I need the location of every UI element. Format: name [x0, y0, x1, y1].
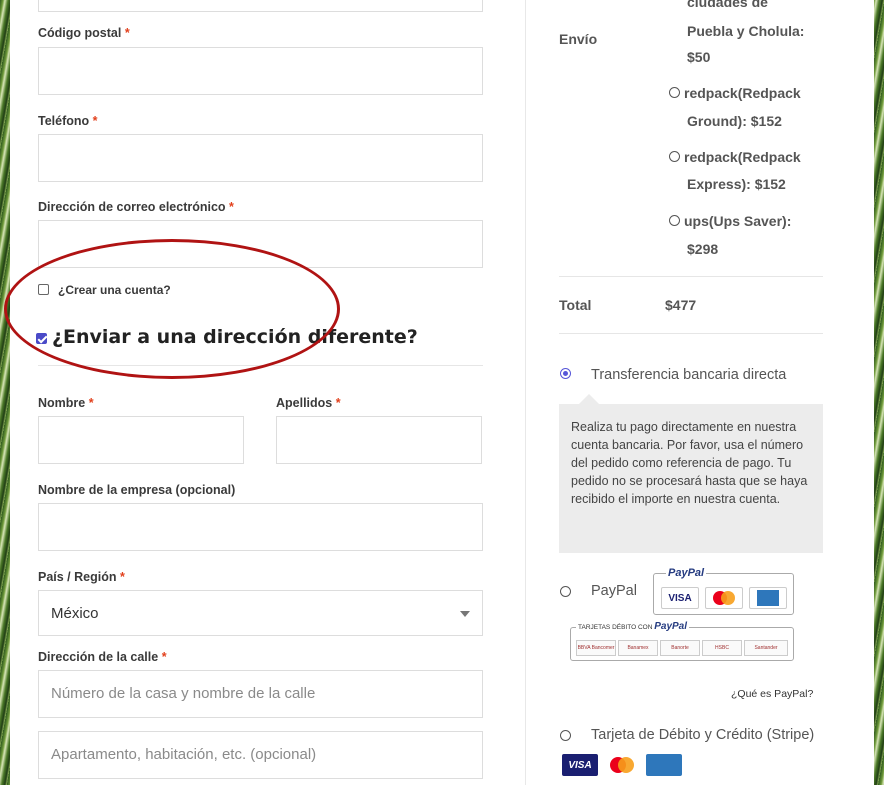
shipping-option-local-line1: ciudades de [687, 0, 768, 10]
shipping-option-ups-line1[interactable]: ups(Ups Saver): [684, 213, 791, 229]
summary-divider-1 [559, 276, 823, 277]
total-value: $477 [665, 297, 697, 313]
postal-label: Código postal * [38, 26, 130, 40]
amex-card-icon [646, 754, 682, 776]
shipping-option-redpack-express-line2: Express): $152 [687, 176, 786, 192]
visa-icon: VISA [661, 587, 699, 609]
paypal-logo: PayPal [666, 567, 707, 579]
shipping-option-local-line2: Puebla y Cholula: [687, 23, 805, 39]
paypal-debit-caption: TARJETAS DÉBITO CON PayPal [576, 621, 690, 632]
bank-logo-hsbc: HSBC [702, 640, 742, 656]
shipping-option-redpack-express-line1[interactable]: redpack(Redpack [684, 149, 801, 165]
annotation-ellipse [4, 239, 340, 379]
phone-field[interactable] [38, 134, 483, 182]
email-label: Dirección de correo electrónico * [38, 200, 234, 214]
country-label: País / Región * [38, 570, 125, 584]
apartment-field[interactable]: Apartamento, habitación, etc. (opcional) [38, 731, 483, 779]
visa-card-icon: VISA [562, 754, 598, 776]
shipping-radio-ups-saver[interactable] [669, 215, 680, 226]
mastercard-icon [705, 587, 743, 609]
last-name-label: Apellidos * [276, 396, 341, 410]
bank-logo-banorte: Banorte [660, 640, 700, 656]
company-label: Nombre de la empresa (opcional) [38, 483, 236, 497]
amex-icon [749, 587, 787, 609]
postal-field[interactable] [38, 47, 483, 95]
payment-radio-bank-transfer[interactable] [560, 368, 571, 379]
shipping-label: Envío [559, 31, 598, 47]
city-field[interactable] [38, 0, 483, 12]
street-placeholder: Número de la casa y nombre de la calle [51, 685, 316, 702]
payment-info-arrow [579, 394, 599, 404]
bank-logo-banamex: Banamex [618, 640, 658, 656]
first-name-label: Nombre * [38, 396, 94, 410]
last-name-field[interactable] [276, 416, 482, 464]
apartment-placeholder: Apartamento, habitación, etc. (opcional) [51, 746, 317, 763]
shipping-option-ups-line2: $298 [687, 241, 719, 257]
country-select[interactable]: México [38, 590, 483, 636]
paypal-label[interactable]: PayPal [591, 583, 637, 599]
column-separator [525, 0, 526, 785]
chevron-down-icon [460, 611, 470, 617]
shipping-option-redpack-ground-line2: Ground): $152 [687, 113, 782, 129]
shipping-option-local-price: $50 [687, 49, 711, 65]
bank-logo-santander: Santander [744, 640, 788, 656]
first-name-field[interactable] [38, 416, 244, 464]
street-field[interactable]: Número de la casa y nombre de la calle [38, 670, 483, 718]
bank-transfer-info: Realiza tu pago directamente en nuestra … [559, 404, 823, 553]
shipping-radio-redpack-ground[interactable] [669, 87, 680, 98]
what-is-paypal-link[interactable]: ¿Qué es PayPal? [731, 688, 813, 700]
total-label: Total [559, 297, 592, 313]
bank-transfer-label[interactable]: Transferencia bancaria directa [591, 367, 786, 383]
company-field[interactable] [38, 503, 483, 551]
bank-logo-bbva: BBVA Bancomer [576, 640, 616, 656]
mastercard-card-icon [604, 754, 640, 776]
stripe-label[interactable]: Tarjeta de Débito y Crédito (Stripe) [591, 727, 814, 743]
phone-label: Teléfono * [38, 114, 98, 128]
payment-radio-paypal[interactable] [560, 586, 571, 597]
shipping-option-redpack-ground-line1[interactable]: redpack(Redpack [684, 85, 801, 101]
street-label: Dirección de la calle * [38, 650, 167, 664]
summary-divider-2 [559, 333, 823, 334]
shipping-radio-redpack-express[interactable] [669, 151, 680, 162]
checkout-page: Código postal * Teléfono * Dirección de … [4, 0, 874, 785]
payment-radio-stripe[interactable] [560, 730, 571, 741]
country-value: México [51, 605, 99, 622]
